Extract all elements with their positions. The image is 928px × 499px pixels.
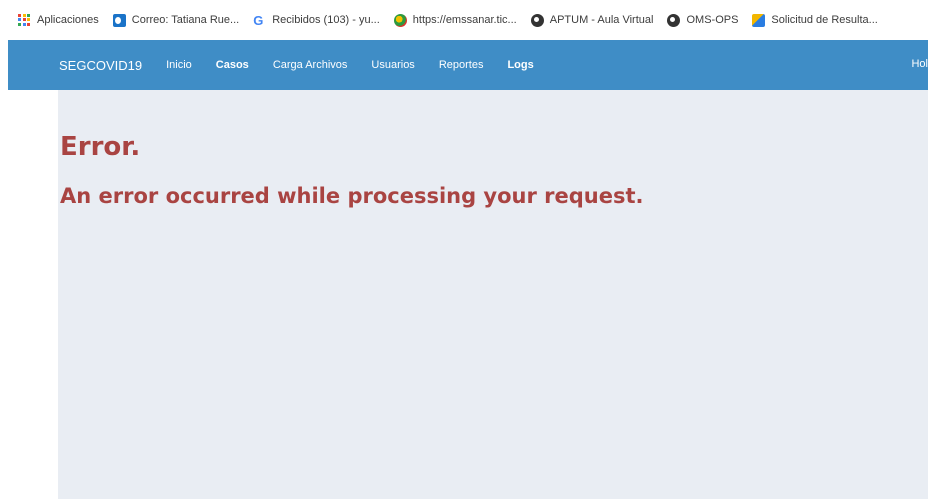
nav-casos[interactable]: Casos (216, 59, 249, 71)
nav-usuarios[interactable]: Usuarios (371, 59, 414, 71)
emssanar-icon (393, 13, 407, 27)
bookmark-label: APTUM - Aula Virtual (549, 14, 654, 26)
bookmark-label: https://emssanar.tic... (412, 14, 517, 26)
top-navbar: SEGCOVID19 Inicio Casos Carga Archivos U… (8, 40, 928, 90)
bookmarks-bar: Aplicaciones Correo: Tatiana Rue... G Re… (0, 0, 928, 40)
bookmark-aplicaciones[interactable]: Aplicaciones (18, 13, 99, 27)
apps-grid-icon (18, 13, 31, 27)
error-title: Error. (60, 132, 141, 162)
bookmark-emssanar[interactable]: https://emssanar.tic... (393, 13, 517, 27)
error-message: An error occurred while processing your … (60, 184, 644, 208)
user-greeting[interactable]: Hol (911, 58, 928, 70)
bookmark-label: Aplicaciones (37, 14, 99, 26)
nav-reportes[interactable]: Reportes (439, 59, 484, 71)
bookmark-label: Recibidos (103) - yu... (272, 14, 380, 26)
bookmark-solicitud[interactable]: Solicitud de Resulta... (752, 13, 878, 27)
bookmark-correo[interactable]: Correo: Tatiana Rue... (112, 13, 240, 27)
bookmark-label: Solicitud de Resulta... (771, 14, 878, 26)
globe-icon (530, 13, 544, 27)
bookmark-recibidos[interactable]: G Recibidos (103) - yu... (253, 14, 380, 27)
solicitud-icon (752, 13, 766, 27)
google-icon: G (253, 12, 264, 28)
main-content: Error. An error occurred while processin… (58, 90, 928, 499)
nav-carga-archivos[interactable]: Carga Archivos (273, 59, 348, 71)
globe-icon (667, 13, 681, 27)
nav-inicio[interactable]: Inicio (166, 59, 192, 71)
bookmark-label: Correo: Tatiana Rue... (131, 14, 240, 26)
brand-link[interactable]: SEGCOVID19 (59, 58, 142, 73)
bookmark-label: OMS-OPS (686, 14, 739, 26)
nav-logs[interactable]: Logs (507, 59, 533, 71)
bookmark-aptum[interactable]: APTUM - Aula Virtual (530, 13, 654, 27)
outlook-icon (112, 13, 126, 27)
bookmark-oms-ops[interactable]: OMS-OPS (667, 13, 739, 27)
